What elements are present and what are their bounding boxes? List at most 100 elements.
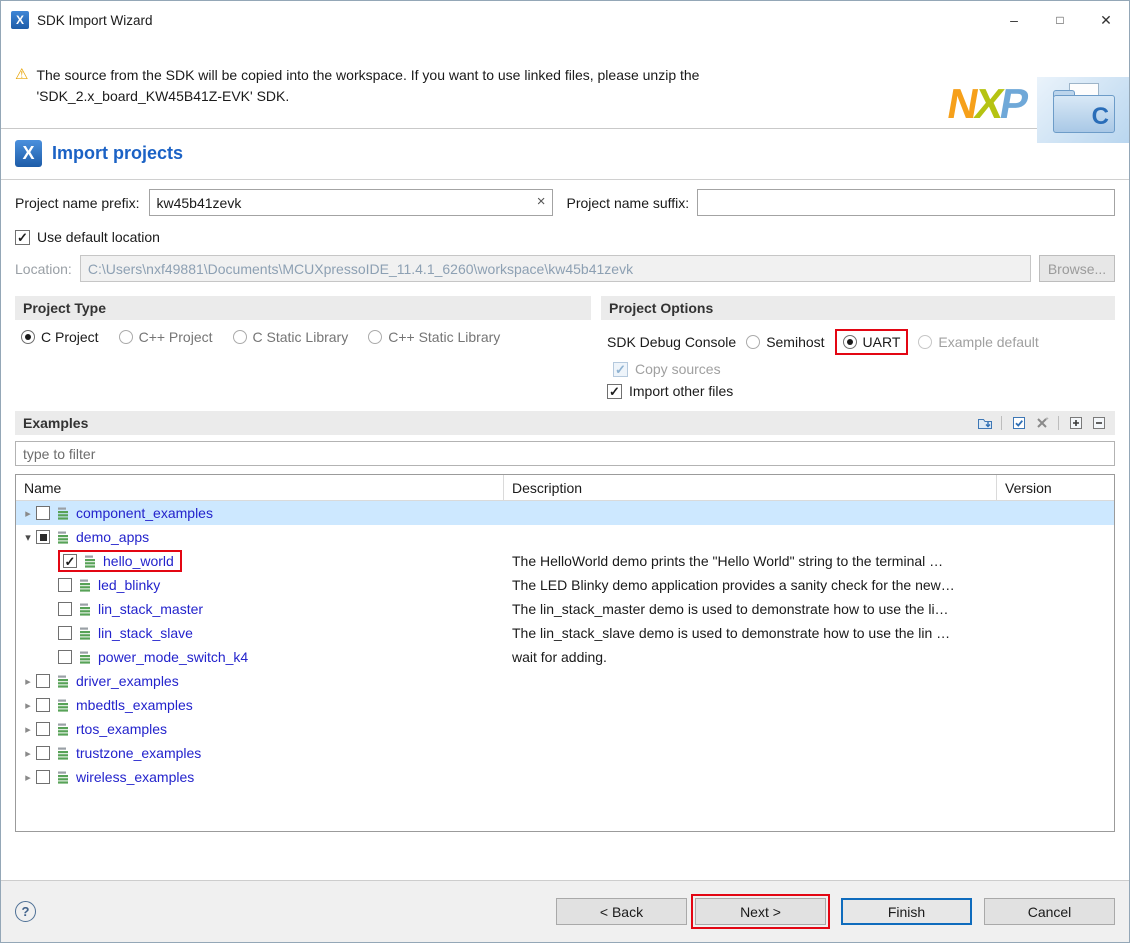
finish-button[interactable]: Finish [841, 898, 972, 925]
row-version [997, 717, 1114, 741]
row-checkbox[interactable] [58, 578, 72, 592]
import-other-files-checkbox[interactable] [607, 384, 622, 399]
tree-row[interactable]: ▸ wireless_examples [16, 765, 1114, 789]
app-x-icon: X [11, 11, 29, 29]
maximize-icon[interactable]: □ [1037, 1, 1083, 39]
tree-item-label[interactable]: component_examples [76, 505, 213, 521]
row-checkbox[interactable] [36, 698, 50, 712]
browse-button[interactable]: Browse... [1039, 255, 1115, 282]
suffix-label: Project name suffix: [567, 195, 690, 211]
row-checkbox[interactable] [36, 770, 50, 784]
next-button[interactable]: Next > [695, 898, 826, 925]
cancel-button[interactable]: Cancel [984, 898, 1115, 925]
tree-item-label[interactable]: lin_stack_slave [98, 625, 193, 641]
row-checkbox[interactable] [58, 650, 72, 664]
tree-expander-icon[interactable]: ▸ [20, 723, 36, 736]
tree-row[interactable]: lin_stack_master The lin_stack_master dem… [16, 597, 1114, 621]
tree-expander-icon[interactable]: ▸ [20, 507, 36, 520]
window-title: SDK Import Wizard [37, 13, 153, 28]
tree-row[interactable]: ▸ rtos_examples [16, 717, 1114, 741]
tree-row[interactable]: ▸ trustzone_examples [16, 741, 1114, 765]
row-description: The lin_stack_master demo is used to dem… [504, 597, 997, 621]
radio-cpp-static-library[interactable]: C++ Static Library [368, 329, 500, 345]
row-checkbox[interactable] [36, 506, 50, 520]
row-checkbox[interactable] [36, 530, 50, 544]
radio-c-static-library[interactable]: C Static Library [233, 329, 349, 345]
row-checkbox[interactable] [58, 602, 72, 616]
tree-expander-icon[interactable]: ▾ [20, 531, 36, 544]
location-label: Location: [15, 261, 72, 277]
page-title: Import projects [52, 143, 183, 164]
column-header-name[interactable]: Name [16, 475, 504, 500]
row-description: wait for adding. [504, 645, 997, 669]
suffix-input[interactable] [697, 189, 1115, 216]
hello-world-annotation-box: hello_world [58, 550, 182, 572]
tree-expander-icon[interactable]: ▸ [20, 747, 36, 760]
radio-cpp-project[interactable]: C++ Project [119, 329, 213, 345]
tree-row[interactable]: led_blinkyThe LED Blinky demo applicatio… [16, 573, 1114, 597]
tree-row[interactable]: power_mode_switch_k4 wait for adding. [16, 645, 1114, 669]
tree-item-label[interactable]: wireless_examples [76, 769, 194, 785]
tree-item-label[interactable]: lin_stack_master [98, 601, 203, 617]
close-icon[interactable]: ✕ [1083, 1, 1129, 39]
row-checkbox[interactable] [36, 674, 50, 688]
example-icon [78, 650, 92, 664]
clear-input-icon[interactable]: × [537, 193, 546, 210]
row-description: The HelloWorld demo prints the "Hello Wo… [504, 549, 997, 573]
nxp-logo: NXP [944, 83, 1029, 125]
example-icon [83, 554, 97, 568]
tree-row[interactable]: ▸ driver_examples [16, 669, 1114, 693]
tree-expander-icon[interactable]: ▸ [20, 675, 36, 688]
toolbar-separator [1001, 416, 1002, 430]
column-header-version[interactable]: Version [997, 475, 1114, 500]
examples-table: Name Description Version ▸ component_exam… [15, 474, 1115, 832]
minimize-icon[interactable]: – [991, 1, 1037, 39]
row-version [997, 693, 1114, 717]
back-button[interactable]: < Back [556, 898, 687, 925]
expand-all-icon[interactable] [1067, 415, 1084, 432]
filter-input[interactable] [15, 441, 1115, 466]
collapse-all-icon[interactable] [1090, 415, 1107, 432]
tree-item-label[interactable]: hello_world [103, 553, 174, 569]
tree-item-label[interactable]: trustzone_examples [76, 745, 201, 761]
radio-semihost[interactable]: Semihost [746, 334, 824, 350]
radio-c-project[interactable]: C Project [21, 329, 99, 345]
tree-expander-icon[interactable]: ▸ [20, 771, 36, 784]
examples-section: Examples [1, 399, 1129, 832]
default-location-row: Use default location [1, 216, 1129, 245]
tree-row[interactable]: lin_stack_slaveThe lin_stack_slave demo … [16, 621, 1114, 645]
tree-row[interactable]: ▸ mbedtls_examples [16, 693, 1114, 717]
tree-item-label[interactable]: power_mode_switch_k4 [98, 649, 248, 665]
radio-uart[interactable]: UART [843, 334, 901, 350]
row-checkbox[interactable] [36, 746, 50, 760]
example-icon [56, 530, 70, 544]
deselect-all-icon[interactable] [1033, 415, 1050, 432]
tree-row[interactable]: hello_world The HelloWorld demo prints th… [16, 549, 1114, 573]
prefix-input[interactable] [149, 189, 553, 216]
toolbar-separator [1058, 416, 1059, 430]
row-description [504, 717, 997, 741]
radio-label: C++ Static Library [388, 329, 500, 345]
project-options-group: Project Options SDK Debug Console Semiho… [601, 296, 1115, 399]
row-checkbox[interactable] [63, 554, 77, 568]
open-sdk-location-icon[interactable] [976, 415, 993, 432]
tree-item-label[interactable]: mbedtls_examples [76, 697, 193, 713]
table-header: Name Description Version [16, 475, 1114, 501]
tree-item-label[interactable]: demo_apps [76, 529, 149, 545]
help-icon[interactable]: ? [15, 901, 36, 922]
select-all-icon[interactable] [1010, 415, 1027, 432]
tree-item-label[interactable]: driver_examples [76, 673, 179, 689]
row-checkbox[interactable] [36, 722, 50, 736]
row-checkbox[interactable] [58, 626, 72, 640]
sdk-import-wizard-window: X SDK Import Wizard – □ ✕ ⚠ The source f… [0, 0, 1130, 943]
row-version [997, 597, 1114, 621]
tree-item-label[interactable]: rtos_examples [76, 721, 167, 737]
tree-row[interactable]: ▾ demo_apps [16, 525, 1114, 549]
tree-item-label[interactable]: led_blinky [98, 577, 160, 593]
tree-row[interactable]: ▸ component_examples [16, 501, 1114, 525]
row-version [997, 501, 1114, 525]
use-default-location-checkbox[interactable] [15, 230, 30, 245]
tree-expander-icon[interactable]: ▸ [20, 699, 36, 712]
sdk-debug-console-label: SDK Debug Console [607, 334, 736, 350]
column-header-description[interactable]: Description [504, 475, 997, 500]
